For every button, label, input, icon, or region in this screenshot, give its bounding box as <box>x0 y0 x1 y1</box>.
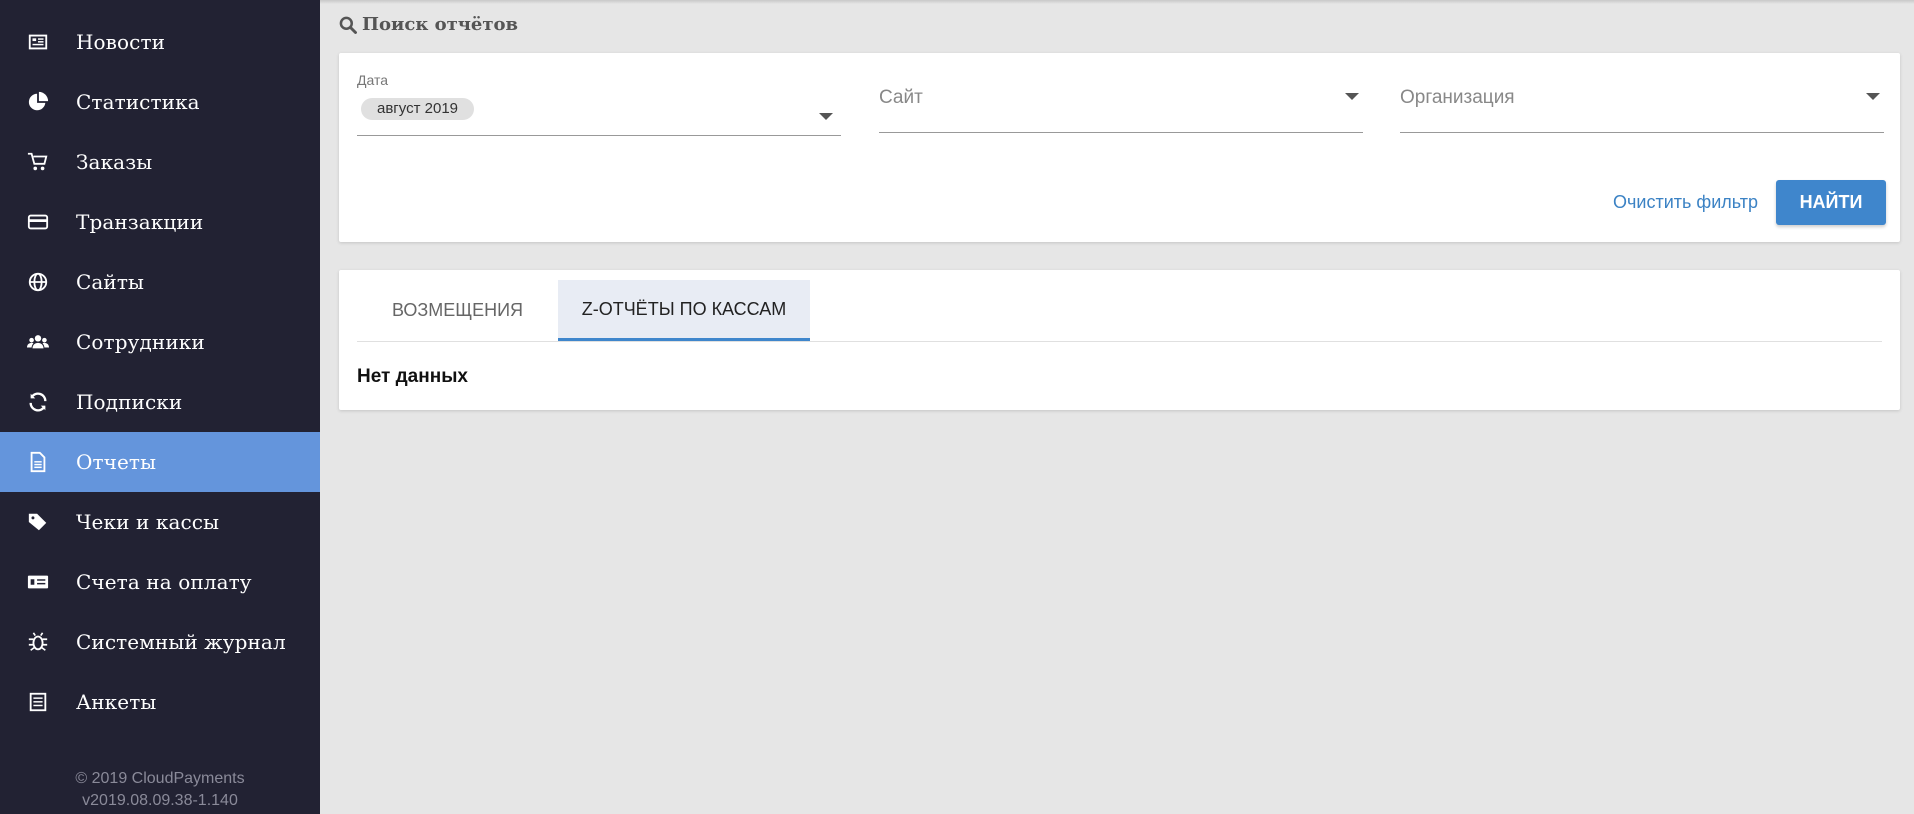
sidebar-item-sites[interactable]: Сайты <box>0 252 320 312</box>
report-tabs: ВОЗМЕЩЕНИЯ Z-ОТЧЁТЫ ПО КАССАМ <box>357 280 1882 342</box>
site-placeholder: Сайт <box>879 87 923 108</box>
refresh-icon <box>26 390 50 414</box>
sidebar-item-invoices[interactable]: Счета на оплату <box>0 552 320 612</box>
tab-reimbursements[interactable]: ВОЗМЕЩЕНИЯ <box>357 280 558 341</box>
sidebar-item-statistics[interactable]: Статистика <box>0 72 320 132</box>
sidebar-item-label: Заказы <box>76 150 153 174</box>
cart-icon <box>26 150 50 174</box>
sidebar-item-employees[interactable]: Сотрудники <box>0 312 320 372</box>
date-label: Дата <box>357 72 389 88</box>
sidebar-item-reports[interactable]: Отчеты <box>0 432 320 492</box>
tags-icon <box>26 510 50 534</box>
sidebar-footer: © 2019 CloudPayments v2019.08.09.38-1.14… <box>0 768 320 812</box>
sidebar: Новости Статистика Заказы Транзакции Сай… <box>0 0 320 814</box>
sidebar-item-label: Чеки и кассы <box>76 510 220 534</box>
organization-select[interactable]: Организация <box>1400 73 1884 133</box>
organization-field-underline <box>1400 132 1884 133</box>
sidebar-item-label: Системный журнал <box>76 630 286 654</box>
sidebar-item-receipts[interactable]: Чеки и кассы <box>0 492 320 552</box>
sidebar-item-label: Анкеты <box>76 690 157 714</box>
sidebar-item-forms[interactable]: Анкеты <box>0 672 320 732</box>
users-icon <box>26 330 50 354</box>
sidebar-item-news[interactable]: Новости <box>0 12 320 72</box>
filter-card: Дата август 2019 Сайт Организация Очисти… <box>339 53 1900 242</box>
date-field-underline <box>357 135 841 136</box>
sidebar-item-label: Отчеты <box>76 450 157 474</box>
clear-filter-link[interactable]: Очистить фильтр <box>1613 192 1758 213</box>
search-title-text: Поиск отчётов <box>362 14 519 35</box>
sidebar-item-label: Подписки <box>76 390 183 414</box>
sidebar-item-label: Транзакции <box>76 210 204 234</box>
search-icon <box>339 16 357 34</box>
sidebar-item-label: Сотрудники <box>76 330 205 354</box>
globe-icon <box>26 270 50 294</box>
date-dropdown-arrow-icon[interactable] <box>819 113 833 120</box>
sidebar-item-orders[interactable]: Заказы <box>0 132 320 192</box>
newspaper-icon <box>26 30 50 54</box>
top-shadow <box>320 0 1914 4</box>
sidebar-item-label: Новости <box>76 30 166 54</box>
site-select[interactable]: Сайт <box>879 73 1363 133</box>
date-field[interactable]: Дата август 2019 <box>357 72 841 189</box>
find-button[interactable]: НАЙТИ <box>1776 180 1886 225</box>
main-content: Поиск отчётов Дата август 2019 Сайт Орга… <box>320 0 1914 814</box>
sidebar-item-label: Сайты <box>76 270 145 294</box>
sidebar-item-label: Статистика <box>76 90 200 114</box>
version-text: v2019.08.09.38-1.140 <box>82 792 238 809</box>
site-dropdown-arrow-icon <box>1345 93 1359 100</box>
copyright-text: © 2019 CloudPayments <box>75 770 245 787</box>
results-card: ВОЗМЕЩЕНИЯ Z-ОТЧЁТЫ ПО КАССАМ Нет данных <box>339 270 1900 410</box>
search-section-title: Поиск отчётов <box>338 14 518 35</box>
empty-state-text: Нет данных <box>357 366 468 387</box>
bug-icon <box>26 630 50 654</box>
pie-chart-icon <box>26 90 50 114</box>
date-chip[interactable]: август 2019 <box>361 98 475 120</box>
form-icon <box>26 690 50 714</box>
sidebar-item-transactions[interactable]: Транзакции <box>0 192 320 252</box>
sidebar-item-label: Счета на оплату <box>76 570 252 594</box>
organization-dropdown-arrow-icon <box>1866 93 1880 100</box>
tab-z-reports[interactable]: Z-ОТЧЁТЫ ПО КАССАМ <box>558 280 810 341</box>
credit-card-icon <box>26 210 50 234</box>
organization-placeholder: Организация <box>1400 87 1515 108</box>
document-icon <box>26 450 50 474</box>
site-field-underline <box>879 132 1363 133</box>
sidebar-nav: Новости Статистика Заказы Транзакции Сай… <box>0 0 320 732</box>
invoice-icon <box>26 570 50 594</box>
sidebar-item-subscriptions[interactable]: Подписки <box>0 372 320 432</box>
sidebar-item-system-log[interactable]: Системный журнал <box>0 612 320 672</box>
